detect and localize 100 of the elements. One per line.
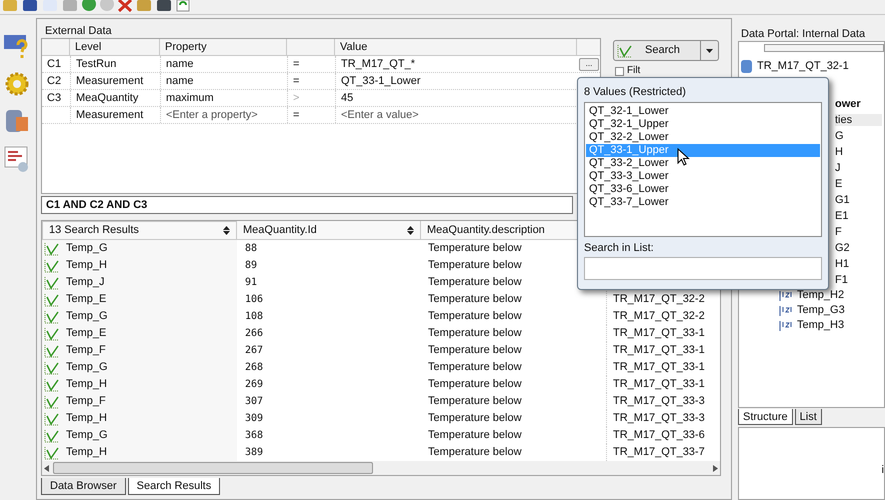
tree-item[interactable]: Temp_G3 xyxy=(797,302,845,319)
curve-chart-icon xyxy=(44,276,60,290)
result-name-cell[interactable]: Temp_H xyxy=(42,410,237,427)
bottom-tab[interactable]: Search Results xyxy=(128,478,220,495)
filter-checkbox[interactable] xyxy=(615,66,624,76)
property-cell[interactable]: <Enter a property> xyxy=(160,106,287,124)
tree-item[interactable]: F xyxy=(835,226,842,238)
property-cell[interactable]: maximum xyxy=(160,90,287,106)
result-name-cell[interactable]: Temp_H xyxy=(42,376,237,393)
id-cell-text: 106 xyxy=(244,293,264,307)
curve-chart-icon xyxy=(44,378,60,392)
numeric-channel-icon xyxy=(779,290,793,302)
result-name-cell[interactable]: Temp_G xyxy=(42,359,237,376)
level-cell[interactable]: Measurement xyxy=(70,72,160,90)
tree-item[interactable]: H xyxy=(835,146,843,158)
numeric-channel-icon xyxy=(779,320,793,332)
level-cell[interactable]: MeaQuantity xyxy=(70,90,160,106)
id-cell-text: 267 xyxy=(244,344,264,358)
property-cell[interactable]: name xyxy=(160,72,287,90)
curve-chart-icon xyxy=(44,292,60,306)
database-icon[interactable] xyxy=(4,107,30,135)
tree-item[interactable]: ower xyxy=(835,98,861,110)
result-name-cell[interactable]: Temp_G xyxy=(42,427,237,444)
scroll-left-icon[interactable] xyxy=(44,464,49,472)
view-tab[interactable]: List xyxy=(794,409,822,425)
refresh-icon[interactable] xyxy=(176,0,190,12)
operator-cell[interactable]: = xyxy=(287,56,335,72)
help-film-icon[interactable] xyxy=(4,33,30,61)
value-list-item[interactable]: QT_33-2_Lower xyxy=(586,157,820,170)
tree-item[interactable]: J xyxy=(835,162,840,174)
description-cell: Temperature below xyxy=(428,310,522,322)
search-button[interactable]: Search xyxy=(613,40,701,61)
browse-button[interactable]: ... xyxy=(579,58,599,70)
tree-item[interactable]: Temp_H2 xyxy=(797,287,844,304)
description-cell: Temperature below xyxy=(428,395,522,408)
tree-item[interactable]: E xyxy=(835,178,842,190)
description-cell: Temperature below xyxy=(428,378,522,390)
level-cell[interactable]: TestRun xyxy=(70,56,160,72)
result-name-cell[interactable]: Temp_F xyxy=(42,342,237,359)
report-icon[interactable] xyxy=(4,145,30,173)
tree-item[interactable]: F1 xyxy=(835,274,848,286)
column-header: Property xyxy=(160,39,287,55)
column-header[interactable]: 13 Search Results xyxy=(42,220,237,240)
level-cell[interactable]: Measurement xyxy=(70,106,160,124)
table-cell: TR_M17_QT_33-3 xyxy=(606,410,705,427)
property-cell[interactable]: name xyxy=(160,56,287,72)
result-name-cell[interactable]: Temp_G xyxy=(42,240,237,257)
curve-chart-icon xyxy=(44,326,60,340)
id-cell-text: 89 xyxy=(244,259,258,273)
tree-item[interactable]: TR_M17_QT_32-1 xyxy=(757,58,849,74)
panel-title: Data Portal: Internal Data xyxy=(740,27,866,41)
id-cell-text: 268 xyxy=(244,361,264,375)
expression-field[interactable]: C1 AND C2 AND C3 xyxy=(41,196,573,214)
operator-cell[interactable]: = xyxy=(287,72,335,90)
search-field[interactable] xyxy=(584,257,822,280)
result-name-cell[interactable]: Temp_H xyxy=(42,257,237,274)
curve-chart-icon xyxy=(44,360,60,374)
column-header[interactable]: MeaQuantity.Id xyxy=(237,220,421,240)
result-name-cell[interactable]: Temp_J xyxy=(42,274,237,291)
view-tab[interactable]: Structure xyxy=(738,409,793,425)
table-cell: TR_M17_QT_32-2 xyxy=(606,291,705,308)
curve-chart-icon xyxy=(44,446,60,460)
table-cell: TR_M17_QT_33-1 xyxy=(606,325,705,342)
curve-chart-icon xyxy=(44,394,60,408)
tree-item[interactable]: G xyxy=(835,130,844,142)
tree-item[interactable]: E1 xyxy=(835,210,848,222)
value-list-item[interactable]: QT_33-6_Lower xyxy=(586,183,820,196)
result-name-cell[interactable]: Temp_E xyxy=(42,325,237,342)
curve-chart-icon xyxy=(44,344,60,358)
value-list-item[interactable]: QT_33-7_Lower xyxy=(586,196,820,209)
description-cell: Temperature below xyxy=(428,242,522,254)
tree-item[interactable]: G2 xyxy=(835,242,850,254)
tree-item[interactable]: G1 xyxy=(835,194,850,206)
scrollbar-thumb[interactable] xyxy=(764,44,884,52)
tree-item[interactable]: Temp_H3 xyxy=(797,317,844,334)
mouse-cursor-icon xyxy=(677,148,690,166)
tree-item[interactable]: H1 xyxy=(835,258,850,270)
back-icon[interactable] xyxy=(82,0,96,12)
delete-icon[interactable] xyxy=(118,0,132,12)
description-cell: Temperature below xyxy=(428,259,522,272)
value-list-item[interactable]: QT_32-2_Lower xyxy=(586,131,820,144)
value-cell[interactable]: TR_M17_QT_* xyxy=(335,56,577,72)
tree-item[interactable]: ties xyxy=(835,114,882,126)
result-name-cell[interactable]: Temp_E xyxy=(42,291,237,308)
result-name-cell[interactable]: Temp_G xyxy=(42,308,237,325)
operator-cell[interactable]: = xyxy=(287,106,335,124)
id-cell-text: 269 xyxy=(244,378,264,392)
description-cell: Temperature below xyxy=(428,344,522,356)
dropdown-button[interactable] xyxy=(701,40,719,61)
result-name-cell[interactable]: Temp_F xyxy=(42,393,237,410)
value-list-item[interactable]: QT_32-1_Lower xyxy=(586,105,820,118)
value-list-item[interactable]: QT_33-3_Lower xyxy=(586,170,820,183)
result-name-cell[interactable]: Temp_H xyxy=(42,444,237,461)
scroll-right-icon[interactable] xyxy=(713,464,718,472)
search-label: Search in List: xyxy=(584,241,655,256)
value-list-item[interactable]: QT_32-1_Upper xyxy=(586,118,820,131)
id-cell-text: 368 xyxy=(244,429,264,443)
bottom-tab[interactable]: Data Browser xyxy=(41,478,126,495)
gear-icon[interactable] xyxy=(4,71,30,97)
scrollbar-thumb[interactable] xyxy=(53,462,373,474)
